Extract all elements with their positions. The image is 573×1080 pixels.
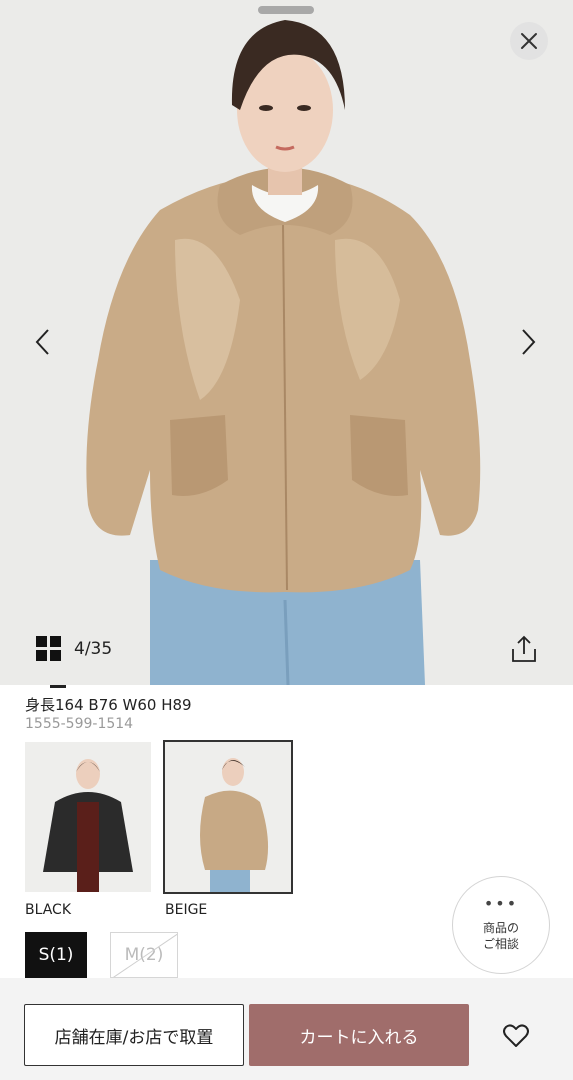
bottom-action-bar: 店舗在庫/お店で取置 カートに入れる [0,978,573,1080]
product-code: 1555-599-1514 [25,716,134,732]
add-to-cart-button[interactable]: カートに入れる [249,1004,469,1066]
close-icon [521,33,537,49]
size-option-s[interactable]: S(1) [25,932,87,978]
sheet-drag-handle[interactable] [258,6,314,14]
heart-icon [503,1024,529,1047]
color-label-beige: BEIGE [165,902,208,918]
product-detail-page: 4/35 身長164 B76 W60 H89 1555-599-1514 BLA… [0,0,573,1080]
grid-view-button[interactable] [36,636,62,662]
swatch-image-beige [165,742,291,892]
consult-label-line2: ご相談 [482,937,519,951]
chevron-left-icon [35,329,49,355]
previous-image-button[interactable] [24,322,60,362]
color-swatch-beige[interactable] [163,740,293,894]
grid-icon [36,636,61,661]
chevron-right-icon [522,329,536,355]
product-consult-button[interactable]: ••• 商品の ご相談 [452,876,550,974]
more-dots-icon: ••• [483,894,519,913]
consult-label-line1: 商品の [482,921,519,935]
color-label-black: BLACK [25,902,72,918]
close-button[interactable] [510,22,548,60]
slide-indicator [50,685,66,688]
share-button[interactable] [508,632,540,666]
next-image-button[interactable] [511,322,547,362]
unavailable-strike-icon [113,933,177,977]
model-measurements: 身長164 B76 W60 H89 [25,696,192,714]
product-photo [0,0,573,685]
share-icon [512,635,536,662]
store-stock-button[interactable]: 店舗在庫/お店で取置 [24,1004,244,1066]
image-counter: 4/35 [74,639,113,659]
swatch-image-black [25,742,151,892]
favorite-button[interactable] [498,1018,534,1054]
color-swatch-black[interactable] [25,742,151,892]
size-option-m[interactable]: M(2) [110,932,178,978]
product-image-carousel[interactable]: 4/35 [0,0,573,685]
